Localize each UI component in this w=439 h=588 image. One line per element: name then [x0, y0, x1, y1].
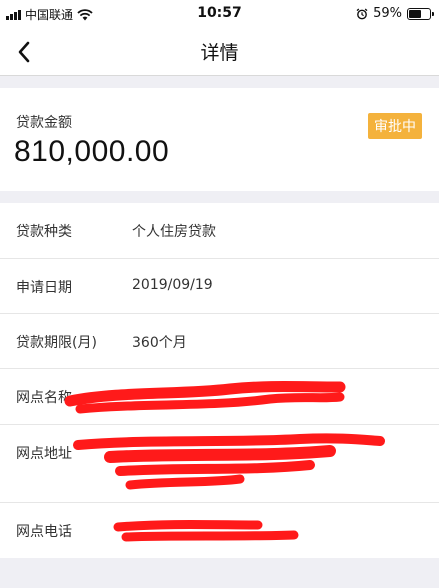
battery-percent: 59% [373, 6, 402, 21]
loan-amount-value: 810,000.00 [14, 135, 170, 168]
alarm-icon [356, 8, 368, 19]
redaction-mark [113, 520, 299, 542]
detail-row-loan-term: 贷款期限(月) 360个月 [0, 314, 439, 369]
loan-amount-label: 贷款金额 [16, 115, 72, 131]
detail-row-branch-name: 网点名称 [0, 369, 439, 425]
redaction-mark [64, 381, 346, 414]
detail-value: 个人住房贷款 [132, 224, 216, 240]
detail-label: 网点地址 [16, 446, 72, 462]
detail-label: 网点电话 [16, 524, 72, 540]
status-bar: 中国联通 10:57 59% [0, 0, 439, 28]
detail-row-branch-phone: 网点电话 [0, 503, 439, 558]
battery-fill [409, 9, 421, 18]
detail-value: 360个月 [132, 335, 187, 351]
detail-label: 贷款期限(月) [16, 335, 97, 351]
status-right: 59% [356, 6, 434, 21]
detail-row-branch-address: 网点地址 [0, 425, 439, 503]
loan-amount-card: 贷款金额 810,000.00 审批中 [0, 88, 439, 191]
detail-row-apply-date: 申请日期 2019/09/19 [0, 259, 439, 314]
detail-label: 申请日期 [16, 280, 72, 296]
detail-row-loan-type: 贷款种类 个人住房贷款 [0, 203, 439, 259]
redaction-mark [73, 433, 385, 490]
loan-detail-list: 贷款种类 个人住房贷款 申请日期 2019/09/19 贷款期限(月) 360个… [0, 203, 439, 558]
status-badge: 审批中 [368, 113, 422, 139]
battery-icon [407, 7, 434, 20]
detail-value: 2019/09/19 [132, 277, 213, 293]
nav-bar: 详情 [0, 28, 439, 76]
page-title: 详情 [200, 42, 239, 64]
detail-label: 贷款种类 [16, 224, 72, 240]
